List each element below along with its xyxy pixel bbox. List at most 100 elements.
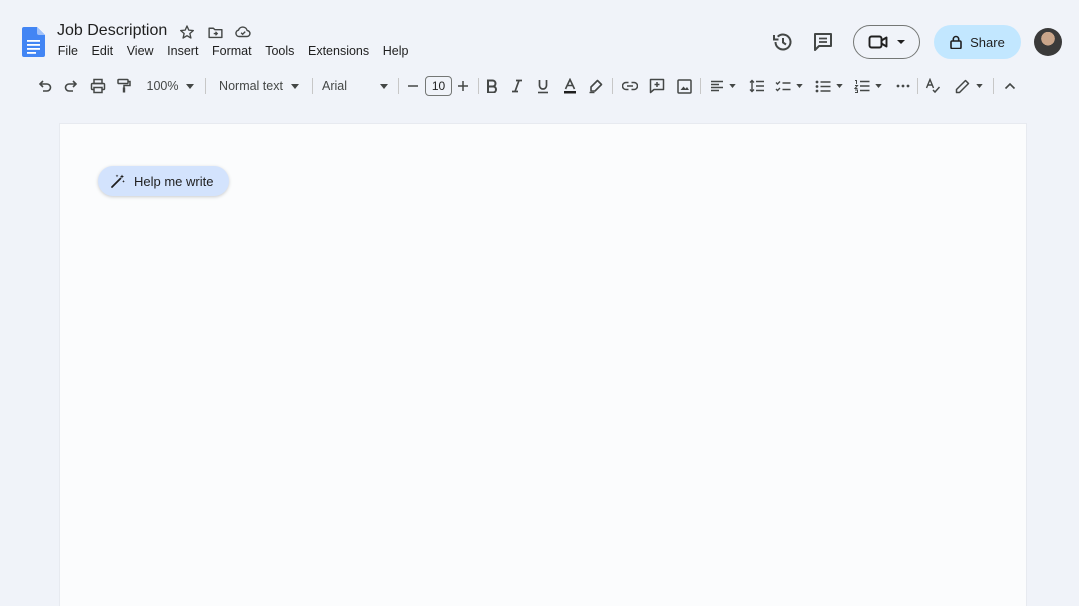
redo-icon [64, 80, 78, 92]
caret-down-icon [186, 83, 195, 89]
font-size-value[interactable]: 10 [425, 76, 452, 96]
paragraph-style-dropdown[interactable]: Normal text [215, 72, 303, 100]
font-family-dropdown[interactable]: Arial [322, 72, 388, 100]
toolbar-divider [700, 78, 701, 94]
toolbar-divider [398, 78, 399, 94]
decrease-font-size-button[interactable] [406, 72, 420, 100]
link-icon [622, 81, 638, 91]
underline-button[interactable] [535, 72, 551, 100]
toolbar-divider [205, 78, 206, 94]
star-icon[interactable] [178, 23, 196, 41]
caret-down-icon [896, 40, 905, 44]
print-icon [90, 78, 106, 94]
numbered-list-dropdown[interactable] [853, 72, 883, 100]
meet-button[interactable] [853, 25, 920, 59]
font-family-value: Arial [322, 79, 348, 93]
video-camera-icon [868, 35, 887, 49]
title-icons [178, 23, 252, 41]
menu-insert[interactable]: Insert [160, 43, 205, 59]
minus-icon [408, 85, 418, 87]
undo-button[interactable] [36, 72, 54, 100]
bold-icon [487, 79, 497, 93]
checklist-dropdown[interactable] [774, 72, 804, 100]
add-comment-icon [649, 78, 665, 94]
menu-help[interactable]: Help [376, 43, 415, 59]
paragraph-style-value: Normal text [219, 79, 283, 93]
lock-icon [950, 35, 962, 49]
spellcheck-icon [925, 78, 941, 94]
google-docs-icon[interactable] [22, 27, 45, 57]
caret-down-icon [836, 84, 843, 88]
paint-format-button[interactable] [115, 72, 133, 100]
share-label: Share [970, 34, 1005, 50]
caret-down-icon [729, 84, 736, 88]
highlight-color-button[interactable] [587, 72, 605, 100]
italic-button[interactable] [509, 72, 525, 100]
toolbar-divider [917, 78, 918, 94]
hide-menus-button[interactable] [1002, 72, 1018, 100]
caret-down-icon [875, 84, 882, 88]
document-title[interactable]: Job Description [57, 22, 167, 40]
toolbar-divider [612, 78, 613, 94]
avatar[interactable] [1034, 28, 1062, 56]
move-folder-icon[interactable] [206, 23, 224, 41]
insert-link-button[interactable] [620, 72, 640, 100]
menu-view[interactable]: View [120, 43, 160, 59]
bulleted-list-dropdown[interactable] [814, 72, 844, 100]
caret-down-icon [290, 83, 299, 89]
caret-down-icon [976, 84, 983, 88]
menu-tools[interactable]: Tools [258, 43, 301, 59]
caret-down-icon [380, 83, 388, 89]
undo-icon [38, 80, 52, 92]
text-color-icon [564, 78, 576, 94]
caret-down-icon [796, 84, 803, 88]
checklist-icon [775, 80, 791, 91]
text-color-button[interactable] [561, 72, 579, 100]
font-size-field[interactable]: 10 [425, 72, 452, 100]
menu-file[interactable]: File [51, 43, 85, 59]
plus-icon [458, 81, 468, 91]
zoom-value: 100% [146, 79, 179, 93]
add-comment-button[interactable] [647, 72, 667, 100]
align-left-icon [711, 80, 723, 91]
insert-image-button[interactable] [674, 72, 694, 100]
redo-button[interactable] [62, 72, 80, 100]
editing-mode-dropdown[interactable] [953, 72, 985, 100]
comments-button[interactable] [811, 30, 835, 54]
bulleted-list-icon [815, 80, 831, 92]
print-button[interactable] [88, 72, 108, 100]
help-me-write-button[interactable]: Help me write [98, 166, 229, 196]
line-spacing-icon [749, 79, 764, 93]
toolbar-divider [993, 78, 994, 94]
formatting-toolbar: 100% Normal text Arial 10 [0, 72, 1079, 100]
menu-bar: File Edit View Insert Format Tools Exten… [51, 43, 415, 59]
more-options-button[interactable] [894, 72, 912, 100]
toolbar-divider [312, 78, 313, 94]
underline-icon [538, 79, 548, 93]
pencil-icon [955, 79, 970, 93]
magic-wand-icon [111, 174, 125, 188]
zoom-dropdown[interactable]: 100% [143, 72, 198, 100]
menu-edit[interactable]: Edit [85, 43, 120, 59]
menu-extensions[interactable]: Extensions [301, 43, 376, 59]
chevron-up-icon [1004, 82, 1016, 90]
more-horizontal-icon [896, 84, 910, 88]
increase-font-size-button[interactable] [456, 72, 470, 100]
bold-button[interactable] [484, 72, 500, 100]
version-history-button[interactable] [771, 30, 795, 54]
highlighter-icon [589, 79, 603, 94]
image-icon [676, 78, 692, 94]
menu-format[interactable]: Format [205, 43, 258, 59]
spellcheck-button[interactable] [924, 72, 942, 100]
help-me-write-label: Help me write [134, 173, 214, 189]
line-spacing-button[interactable] [748, 72, 766, 100]
cloud-saved-icon[interactable] [234, 23, 252, 41]
history-icon [773, 33, 792, 51]
title-bar: Job Description File Edit View Insert Fo… [0, 0, 1079, 70]
align-dropdown[interactable] [708, 72, 738, 100]
document-page[interactable] [60, 124, 1026, 606]
share-button[interactable]: Share [934, 25, 1021, 59]
italic-icon [512, 79, 522, 93]
numbered-list-icon [854, 80, 870, 93]
comment-icon [814, 33, 832, 51]
